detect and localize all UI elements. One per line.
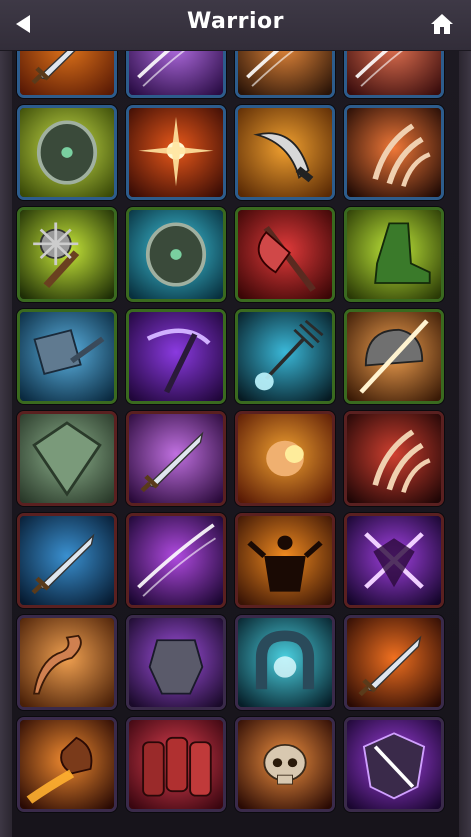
skill-tile-curved-blade[interactable] — [235, 105, 335, 200]
skill-tile-sword-strike[interactable] — [17, 513, 117, 608]
frame-edge-right — [459, 51, 471, 837]
round-shield-icon — [129, 210, 223, 299]
sword-strike-icon — [20, 516, 114, 605]
skill-tile-triple-shields[interactable] — [17, 105, 117, 200]
skill-tile-flaming-sword[interactable] — [344, 615, 444, 710]
skill-tile-boot[interactable] — [344, 207, 444, 302]
horseshoe-icon — [238, 618, 332, 707]
skill-tile-dark-blade[interactable] — [126, 411, 226, 506]
skill-tile-battle-axe[interactable] — [235, 207, 335, 302]
skill-tile-dragon-head[interactable] — [17, 717, 117, 812]
curved-blade-icon — [238, 108, 332, 197]
flexed-arm-icon — [20, 618, 114, 707]
skill-tile-armor[interactable] — [126, 615, 226, 710]
trident-icon — [238, 312, 332, 401]
frame-edge-left — [0, 51, 12, 837]
skill-tile-sword-tips[interactable] — [344, 51, 444, 98]
page-title: Warrior — [186, 9, 285, 34]
skill-tile-kite-shield[interactable] — [17, 411, 117, 506]
home-icon[interactable] — [430, 13, 454, 35]
fire-hand-icon — [238, 414, 332, 503]
orange-swirl-icon — [238, 51, 332, 95]
flaming-sword-icon — [347, 618, 441, 707]
skill-tile-horseshoe[interactable] — [235, 615, 335, 710]
scythe-icon — [129, 312, 223, 401]
skill-tile-round-shield[interactable] — [126, 207, 226, 302]
helmet-slash-icon — [347, 312, 441, 401]
dragon-head-icon — [20, 720, 114, 809]
shield-wall-icon — [129, 720, 223, 809]
war-hammer-icon — [20, 312, 114, 401]
shield-break-icon — [347, 720, 441, 809]
claw-slash-icon — [347, 108, 441, 197]
skill-tile-beast-claw[interactable] — [344, 411, 444, 506]
spiked-mace-icon — [20, 210, 114, 299]
dagger-whirl-icon — [129, 516, 223, 605]
skill-tile-purple-slash[interactable] — [126, 51, 226, 98]
orange-star-burst-icon — [129, 108, 223, 197]
skill-tile-shield-break[interactable] — [344, 717, 444, 812]
skill-tile-flexed-arm[interactable] — [17, 615, 117, 710]
boot-icon — [347, 210, 441, 299]
kite-shield-icon — [20, 414, 114, 503]
dark-blade-icon — [129, 414, 223, 503]
skill-tile-dagger-whirl[interactable] — [126, 513, 226, 608]
skill-tile-spiked-mace[interactable] — [17, 207, 117, 302]
skill-tile-scythe[interactable] — [126, 309, 226, 404]
purple-slash-icon — [129, 51, 223, 95]
battle-axe-icon — [238, 210, 332, 299]
skill-tile-shield-cross[interactable] — [344, 513, 444, 608]
warrior-roar-icon — [238, 516, 332, 605]
skill-tile-claw-slash[interactable] — [344, 105, 444, 200]
skill-tile-helmet-slash[interactable] — [344, 309, 444, 404]
sword-tips-icon — [347, 51, 441, 95]
skill-tile-skull[interactable] — [235, 717, 335, 812]
skill-tile-orange-swirl[interactable] — [235, 51, 335, 98]
skill-tile-war-hammer[interactable] — [17, 309, 117, 404]
shield-cross-icon — [347, 516, 441, 605]
skill-grid-viewport[interactable] — [0, 51, 471, 837]
beast-claw-icon — [347, 414, 441, 503]
skill-tile-trident[interactable] — [235, 309, 335, 404]
skull-icon — [238, 720, 332, 809]
skill-tile-orange-star-burst[interactable] — [126, 105, 226, 200]
header-bar: Warrior — [0, 0, 471, 51]
sword-hilt-icon — [20, 51, 114, 95]
armor-icon — [129, 618, 223, 707]
skill-tile-sword-hilt[interactable] — [17, 51, 117, 98]
skill-tile-fire-hand[interactable] — [235, 411, 335, 506]
skill-tile-shield-wall[interactable] — [126, 717, 226, 812]
triple-shields-icon — [20, 108, 114, 197]
skill-tile-warrior-roar[interactable] — [235, 513, 335, 608]
